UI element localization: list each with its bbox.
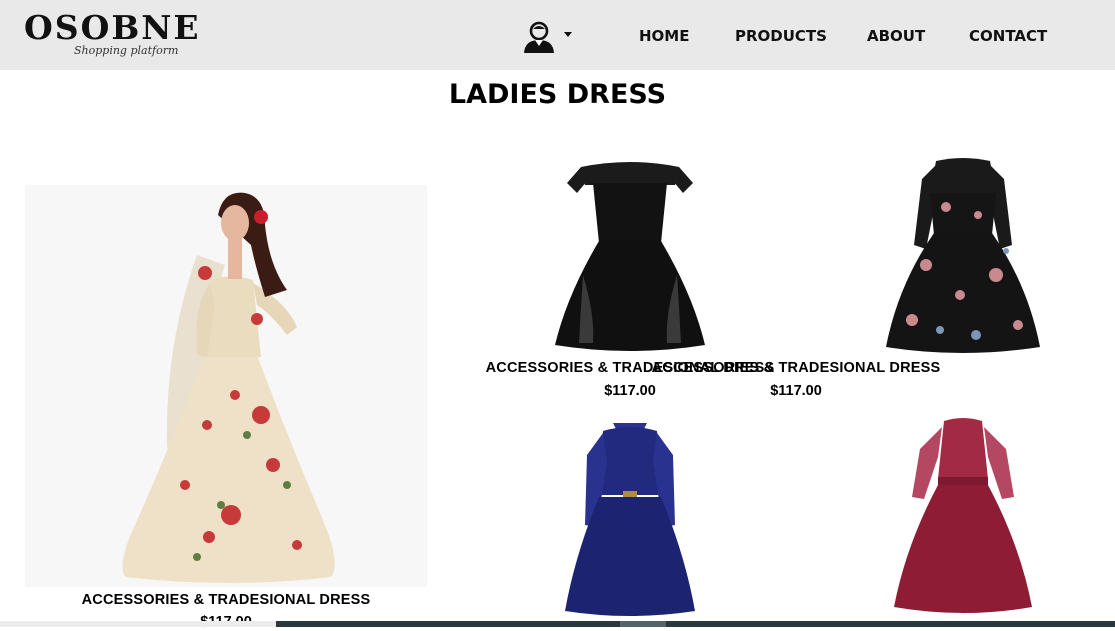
product-image[interactable]: [25, 185, 427, 587]
nav-contact[interactable]: CONTACT: [969, 26, 1047, 46]
brand-logo[interactable]: OSOBNE Shopping platform: [24, 10, 199, 60]
product-name[interactable]: ACCESSORIES & TRADESIONAL DRESS: [629, 359, 963, 377]
brand-name: OSOBNE: [24, 8, 201, 47]
nav-home[interactable]: HOME: [639, 26, 689, 46]
product-image[interactable]: [463, 415, 797, 621]
chevron-down-icon: [564, 32, 572, 37]
product-card[interactable]: ACCESSORIES & TRADESIONAL DRESS $117.00: [25, 185, 427, 630]
user-menu-toggle[interactable]: [522, 20, 578, 54]
nav-products[interactable]: PRODUCTS: [735, 26, 827, 46]
nav-about[interactable]: ABOUT: [867, 26, 925, 46]
page-title: LADIES DRESS: [448, 79, 667, 110]
user-avatar-icon: [524, 21, 554, 53]
product-card[interactable]: [796, 415, 1115, 621]
brand-tagline: Shopping platform: [74, 44, 179, 57]
product-name[interactable]: ACCESSORIES & TRADESIONAL DRESS: [25, 591, 427, 609]
top-navbar: OSOBNE Shopping platform HOME PRODUCTS A…: [0, 0, 1115, 70]
product-price: $117.00: [770, 383, 822, 399]
scrollbar-grip[interactable]: [620, 621, 666, 627]
product-image[interactable]: [796, 155, 1115, 355]
scrollbar-thumb[interactable]: [276, 621, 1115, 627]
product-card[interactable]: [463, 415, 797, 621]
product-image[interactable]: [463, 155, 797, 355]
product-card[interactable]: ACCESSORIES & TRADESIONAL DRESS $117.00: [652, 155, 1115, 405]
product-image[interactable]: [796, 415, 1115, 621]
